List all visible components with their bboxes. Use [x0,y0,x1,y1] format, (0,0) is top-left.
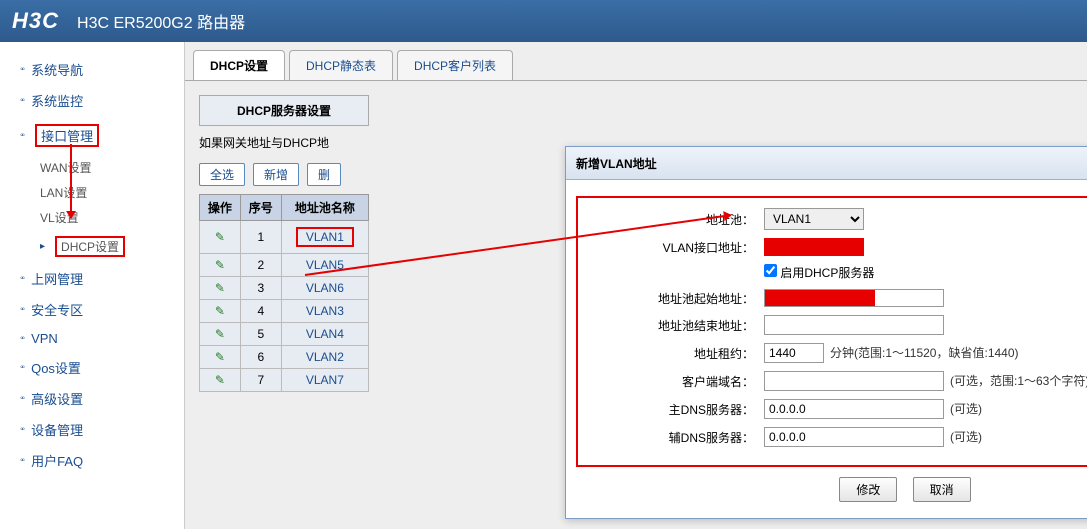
domain-input[interactable] [764,371,944,391]
col-op: 操作 [200,195,241,221]
modify-button[interactable]: 修改 [839,477,897,502]
add-button[interactable]: 新增 [253,163,299,186]
edit-icon[interactable]: ✎ [215,327,225,341]
col-name: 地址池名称 [281,195,368,221]
edit-icon[interactable]: ✎ [215,373,225,387]
label-vlan-ip: VLAN接口地址： [594,239,764,256]
nav-sub-dhcp[interactable]: ▸DHCP设置 [0,230,184,263]
nav-system-monitor[interactable]: ◦◦系统监控 [0,85,184,116]
header-title: H3C ER5200G2 路由器 [77,9,245,33]
nav-internet[interactable]: ◦◦上网管理 [0,263,184,294]
select-all-button[interactable]: 全选 [199,163,245,186]
logo: H3C [12,8,59,34]
label-dns2: 辅DNS服务器： [594,429,764,446]
table-row[interactable]: ✎4VLAN3 [200,300,369,323]
nav-vpn[interactable]: ◦◦VPN [0,325,184,352]
col-seq: 序号 [240,195,281,221]
edit-icon[interactable]: ✎ [215,281,225,295]
table-row[interactable]: ✎3VLAN6 [200,277,369,300]
nav-sub-lan[interactable]: LAN设置 [0,180,184,205]
tab-bar: DHCP设置 DHCP静态表 DHCP客户列表 [185,42,1087,81]
table-row[interactable]: ✎7VLAN7 [200,369,369,392]
nav-sub-wan[interactable]: WAN设置 [0,155,184,180]
edit-icon[interactable]: ✎ [215,304,225,318]
end-input[interactable] [764,315,944,335]
nav-sub-vl[interactable]: VL设置 [0,205,184,230]
tab-dhcp-static[interactable]: DHCP静态表 [289,50,393,80]
sidebar: ◦◦系统导航 ◦◦系统监控 ◦◦接口管理 WAN设置 LAN设置 VL设置 ▸D… [0,42,185,529]
redacted-block [765,290,875,306]
edit-icon[interactable]: ✎ [215,230,225,244]
delete-button[interactable]: 删 [307,163,341,186]
nav-qos[interactable]: ◦◦Qos设置 [0,352,184,383]
table-row[interactable]: ✎2VLAN5 [200,254,369,277]
label-domain: 客户端域名： [594,373,764,390]
hint-dns2: (可选) [950,430,982,444]
dialog-new-vlan: 新增VLAN地址 ✕ 地址池： VLAN1 VLAN接口地址： 启用DHCP服 [565,146,1087,519]
nav-system-guide[interactable]: ◦◦系统导航 [0,54,184,85]
nav-advanced[interactable]: ◦◦高级设置 [0,383,184,414]
tab-dhcp-clients[interactable]: DHCP客户列表 [397,50,513,80]
nav-security[interactable]: ◦◦安全专区 [0,294,184,325]
hint-lease: 分钟(范围:1～11520，缺省值:1440) [830,346,1019,360]
tab-dhcp-settings[interactable]: DHCP设置 [193,50,285,80]
cancel-button[interactable]: 取消 [913,477,971,502]
section-note: 如果网关地址与DHCP地 [199,126,369,159]
app-header: H3C H3C ER5200G2 路由器 [0,0,1087,42]
label-start: 地址池起始地址： [594,290,764,307]
edit-icon[interactable]: ✎ [215,350,225,364]
enable-dhcp-checkbox[interactable]: 启用DHCP服务器 [764,266,874,280]
nav-device[interactable]: ◦◦设备管理 [0,414,184,445]
dns2-input[interactable] [764,427,944,447]
lease-input[interactable] [764,343,824,363]
edit-icon[interactable]: ✎ [215,258,225,272]
nav-interface-mgmt[interactable]: ◦◦接口管理 [0,116,184,155]
section-title: DHCP服务器设置 [199,95,369,126]
dns1-input[interactable] [764,399,944,419]
label-dns1: 主DNS服务器： [594,401,764,418]
label-lease: 地址租约： [594,345,764,362]
hint-domain: (可选，范围:1～63个字符) [950,374,1087,388]
table-row[interactable]: ✎5VLAN4 [200,323,369,346]
chevron-right-icon: ▸ [40,241,45,252]
table-row[interactable]: ✎6VLAN2 [200,346,369,369]
label-end: 地址池结束地址： [594,317,764,334]
hint-dns1: (可选) [950,402,982,416]
nav-faq[interactable]: ◦◦用户FAQ [0,445,184,476]
table-row[interactable]: ✎1VLAN1 [200,221,369,254]
pool-select[interactable]: VLAN1 [764,208,864,230]
dialog-title-text: 新增VLAN地址 [576,155,657,172]
label-pool: 地址池： [594,211,764,228]
redacted-block [764,238,864,256]
annotation-arrow-icon [70,144,72,218]
pool-table: 操作 序号 地址池名称 ✎1VLAN1 ✎2VLAN5 ✎3VLAN6 ✎4VL… [199,194,369,392]
